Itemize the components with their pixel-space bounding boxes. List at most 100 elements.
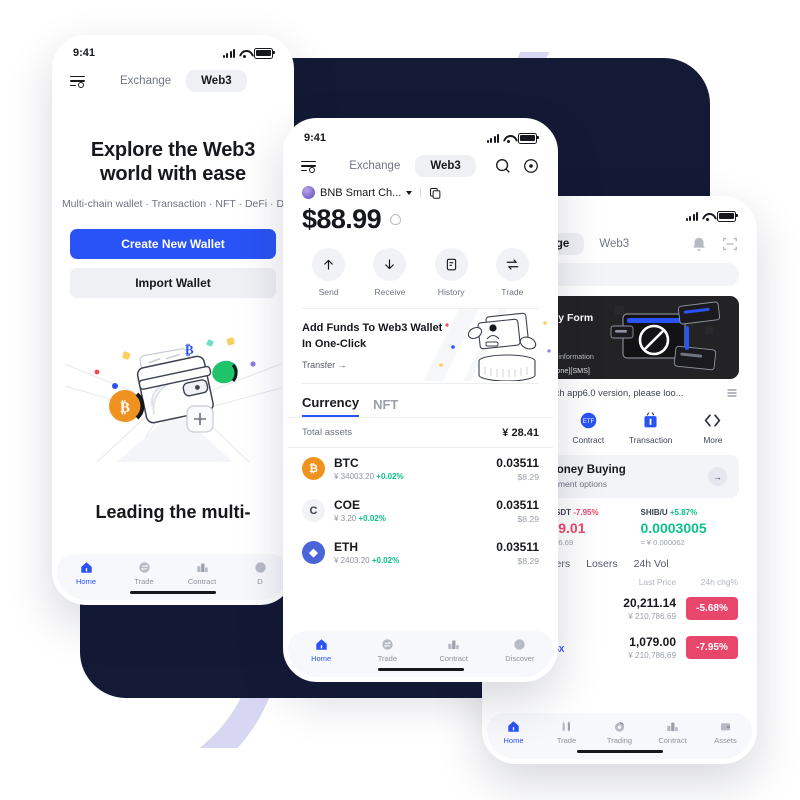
coin-price-row: ¥ 2403.20 +0.02%	[334, 556, 487, 565]
arrow-right-icon[interactable]: →	[708, 467, 727, 486]
market-last-price: 20,211.14	[623, 596, 676, 610]
quick-link-contract[interactable]: ETF Contract	[557, 411, 619, 445]
tab-currency[interactable]: Currency	[302, 395, 360, 417]
list-item[interactable]: ◆ ETH ¥ 2403.20 +0.02% 0.03511 $8.29	[288, 532, 553, 574]
coin-symbol: BTC	[334, 456, 359, 471]
market-tab-losers[interactable]: Losers	[586, 558, 618, 570]
add-funds-card[interactable]: Add Funds To Web3 Wallet In One-Click Tr…	[288, 309, 553, 383]
btc-icon: ₿	[302, 457, 325, 481]
menu-icon[interactable]	[301, 160, 316, 173]
trading-icon	[614, 721, 625, 732]
hero-title: Explore the Web3 world with ease	[57, 138, 289, 187]
bottom-tabbar: Home Trade Trading Contract Assets	[487, 712, 752, 759]
tabbar-item-home[interactable]: Home	[487, 720, 540, 745]
home-icon	[80, 561, 92, 573]
copy-icon[interactable]	[429, 187, 441, 199]
coin-amount-block: 0.03511 $8.29	[496, 498, 539, 524]
tabbar-item-home[interactable]: Home	[288, 638, 354, 663]
tabbar-item-trading[interactable]: Trading	[593, 720, 646, 745]
tabbar-item-discover[interactable]: D	[231, 561, 289, 586]
status-icons	[685, 210, 738, 222]
tabbar-label: Contract	[658, 735, 687, 745]
segmented-control: Exchange Web3	[105, 70, 247, 92]
chain-name: BNB Smart Ch...	[320, 186, 402, 199]
chevron-down-icon[interactable]	[406, 190, 413, 195]
search-icon[interactable]	[494, 157, 512, 175]
coin-change: +0.02%	[376, 472, 404, 482]
scan-icon[interactable]	[721, 235, 739, 253]
tab-exchange[interactable]: Exchange	[334, 155, 415, 177]
market-tab-vol[interactable]: 24h Vol	[634, 558, 669, 570]
tabbar-label: Contract	[187, 576, 217, 586]
phone-left: 9:41 Exchange Web3 Explore the Web3 worl…	[52, 35, 294, 605]
ticker-change: -7.95%	[573, 508, 599, 517]
add-funds-illustration	[423, 309, 551, 381]
tab-nft[interactable]: NFT	[373, 397, 398, 417]
header-last-price: Last Price	[638, 577, 676, 587]
tabbar-item-contract[interactable]: Contract	[173, 561, 231, 586]
scan-icon[interactable]	[522, 157, 540, 175]
coin-price: ¥ 3.20	[334, 514, 357, 524]
composition-canvas: 9:41 Exchange Web3 Explore the Web3 worl…	[0, 0, 800, 800]
tabbar-item-trade[interactable]: Trade	[115, 561, 173, 586]
quick-link-more[interactable]: More	[682, 411, 744, 445]
total-assets-row: Total assets ¥ 28.41	[288, 418, 553, 447]
phone-left-screen: 9:41 Exchange Web3 Explore the Web3 worl…	[57, 40, 289, 600]
list-icon[interactable]	[726, 387, 738, 399]
create-new-wallet-button[interactable]: Create New Wallet	[70, 228, 276, 259]
ticker-shib-u[interactable]: SHIB/U +5.87% 0.0003005 ≈ ¥ 0.000062	[641, 508, 741, 547]
arrow-down-icon	[373, 248, 407, 281]
coin-change: +0.02%	[371, 556, 400, 566]
status-icons	[222, 47, 275, 59]
status-icons	[486, 132, 539, 144]
ticker-price: 0.0003005	[640, 520, 707, 536]
eye-icon[interactable]	[389, 214, 401, 225]
quick-link-label: Transaction	[628, 435, 673, 445]
action-send[interactable]: Send	[298, 248, 359, 297]
menu-icon[interactable]	[70, 75, 85, 88]
tabbar-label: Home	[75, 576, 96, 586]
list-item[interactable]: C COE ¥ 3.20 +0.02% 0.03511 $8.29	[288, 490, 553, 532]
tabbar-item-discover[interactable]: Discover	[487, 638, 553, 663]
wifi-icon	[239, 49, 250, 58]
wallet-actions: Send Receive History Trade	[288, 235, 553, 308]
tabbar-item-assets[interactable]: Assets	[699, 720, 752, 745]
tabbar-item-contract[interactable]: Contract	[646, 720, 699, 745]
top-bar: Exchange Web3	[57, 66, 289, 94]
action-receive[interactable]: Receive	[359, 248, 420, 297]
tabbar-item-contract[interactable]: Contract	[421, 638, 487, 663]
trade-icon	[138, 561, 150, 573]
quick-link-label: More	[703, 435, 723, 445]
tabbar-label: D	[257, 576, 263, 586]
tab-web3[interactable]: Web3	[186, 70, 247, 92]
ticker-change: +5.87%	[669, 508, 698, 517]
coin-usd: $8.29	[517, 471, 539, 482]
add-funds-action[interactable]: Transfer →	[302, 360, 442, 370]
coin-price: ¥ 2403.20	[334, 556, 370, 566]
coe-icon: C	[302, 499, 325, 523]
quick-link-transaction[interactable]: Transaction	[620, 411, 682, 445]
tabbar-item-trade[interactable]: Trade	[540, 720, 593, 745]
home-icon	[508, 720, 519, 732]
tabbar-label: Trade	[377, 653, 398, 663]
coin-usd: $8.29	[517, 555, 539, 566]
hero-subtitle: Multi-chain wallet · Transaction · NFT ·…	[61, 197, 285, 210]
tabbar-item-home[interactable]: Home	[57, 561, 115, 586]
bell-icon[interactable]	[690, 235, 708, 253]
tab-web3[interactable]: Web3	[415, 155, 476, 177]
top-bar-actions	[494, 157, 540, 175]
tab-exchange[interactable]: Exchange	[105, 70, 186, 92]
trade-icon	[382, 638, 393, 650]
action-trade[interactable]: Trade	[482, 248, 543, 297]
tab-web3[interactable]: Web3	[584, 233, 644, 255]
status-badge: -5.68%	[686, 597, 738, 620]
add-funds-title-line1: Add Funds To Web3 Wallet	[302, 322, 443, 334]
action-history[interactable]: History	[421, 248, 482, 297]
tabbar-items: Home Trade Contract Discover	[288, 638, 553, 663]
coin-amount: 0.03511	[496, 455, 539, 470]
list-item[interactable]: ₿ BTC ¥ 34003.20 +0.02% 0.03511 $8.29	[288, 448, 553, 490]
status-time: 9:41	[304, 132, 327, 144]
import-wallet-button[interactable]: Import Wallet	[70, 267, 276, 298]
tabbar-item-trade[interactable]: Trade	[354, 638, 420, 663]
chain-selector[interactable]: BNB Smart Ch...	[288, 177, 553, 199]
